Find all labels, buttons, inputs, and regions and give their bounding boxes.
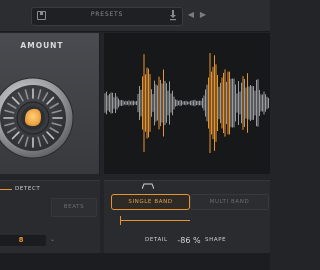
amount-title: AMOUNT xyxy=(20,41,64,50)
multi-band-button[interactable]: MULTI BAND xyxy=(190,194,269,210)
download-icon[interactable] xyxy=(170,10,176,21)
preset-next-button[interactable]: ▶ xyxy=(198,9,208,21)
detail-value[interactable]: -86 % xyxy=(172,234,206,247)
footer-bar xyxy=(0,253,270,270)
chevron-down-icon[interactable]: ⌄ xyxy=(50,236,55,243)
detail-label: DETAIL xyxy=(145,237,168,243)
detect-value-field[interactable]: 8 xyxy=(0,235,46,246)
single-band-label: SINGLE BAND xyxy=(128,199,173,205)
detect-label: DETECT xyxy=(15,186,41,192)
preset-label: PRESETS xyxy=(90,11,124,18)
detect-value: 8 xyxy=(18,236,24,244)
amount-knob[interactable] xyxy=(0,77,74,159)
detect-indicator xyxy=(0,189,12,190)
single-band-button[interactable]: SINGLE BAND xyxy=(111,194,190,210)
top-bar: PRESETS ◀ ▶ xyxy=(0,0,270,32)
waveform xyxy=(104,53,269,153)
waveform-display xyxy=(104,33,270,174)
amount-panel: AMOUNT xyxy=(0,33,100,174)
multi-band-label: MULTI BAND xyxy=(209,199,250,205)
crossover-slider[interactable] xyxy=(120,220,190,221)
detect-panel: DETECT BEATS 8 ⌄ xyxy=(0,180,100,253)
preset-selector[interactable]: PRESETS xyxy=(31,7,183,26)
preset-prev-button[interactable]: ◀ xyxy=(186,9,196,21)
band-shape-icon xyxy=(142,183,154,190)
shape-label: SHAPE xyxy=(205,237,227,243)
beats-button[interactable]: BEATS xyxy=(51,198,97,217)
band-panel: SINGLE BAND MULTI BAND DETAIL -86 % SHAP… xyxy=(104,180,270,253)
beats-label: BEATS xyxy=(63,204,85,210)
